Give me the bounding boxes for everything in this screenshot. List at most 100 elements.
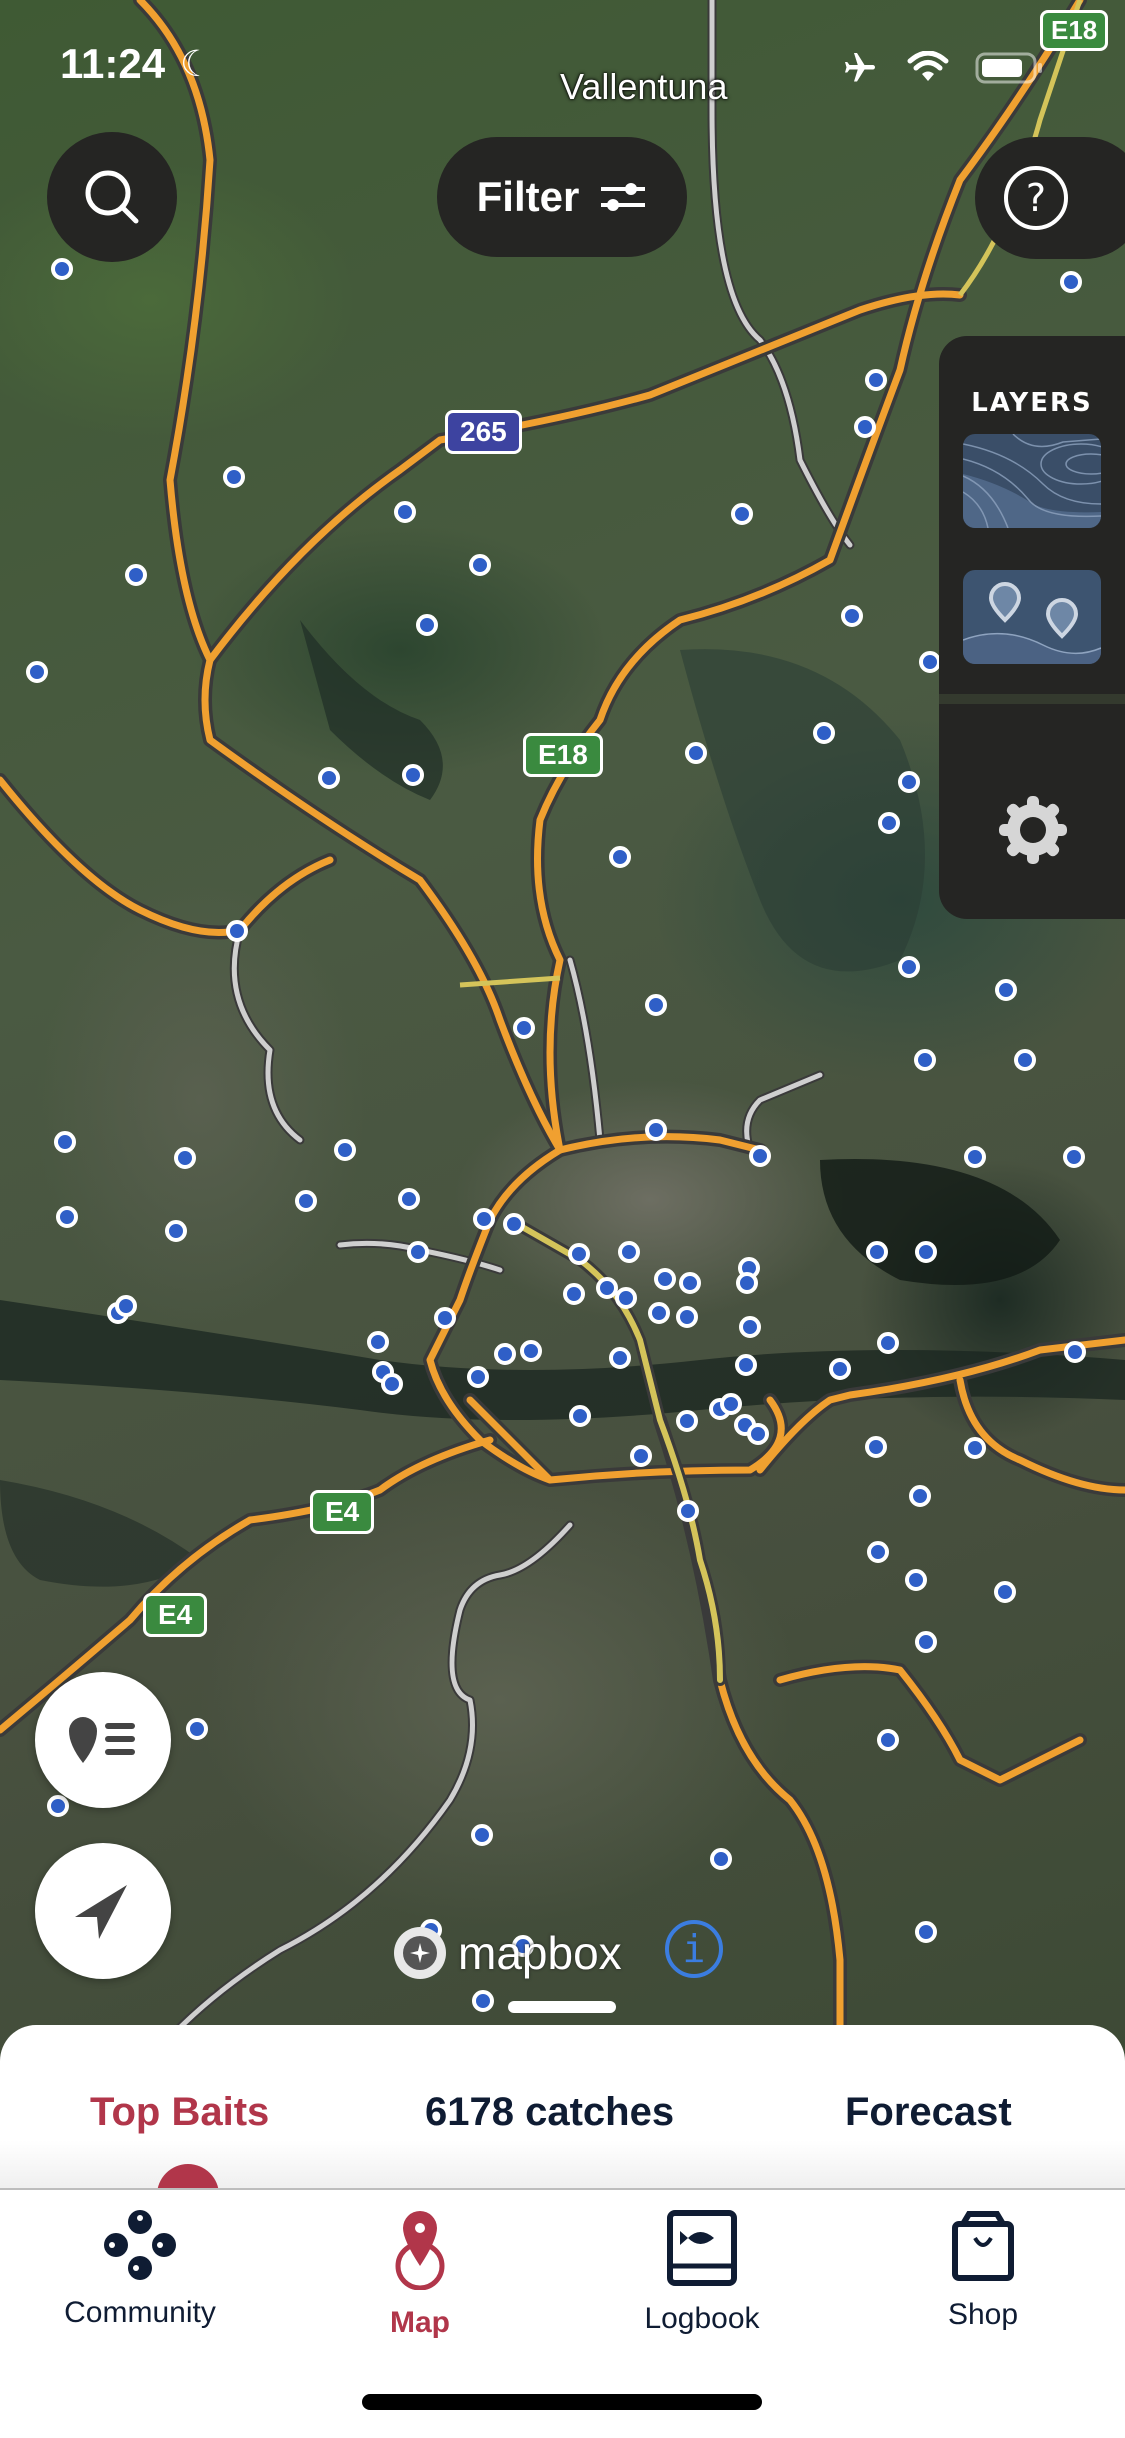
- pin-list-button[interactable]: [35, 1672, 171, 1808]
- catch-marker[interactable]: [829, 1358, 851, 1380]
- catch-marker[interactable]: [909, 1485, 931, 1507]
- catch-marker[interactable]: [677, 1500, 699, 1522]
- catch-marker[interactable]: [54, 1131, 76, 1153]
- catch-marker[interactable]: [995, 979, 1017, 1001]
- catch-marker[interactable]: [47, 1795, 69, 1817]
- catch-marker[interactable]: [226, 920, 248, 942]
- catch-marker[interactable]: [747, 1423, 769, 1445]
- catch-marker[interactable]: [115, 1295, 137, 1317]
- catch-marker[interactable]: [964, 1146, 986, 1168]
- sheet-grabber[interactable]: [508, 2001, 616, 2013]
- catch-marker[interactable]: [648, 1302, 670, 1324]
- catch-marker[interactable]: [630, 1445, 652, 1467]
- mapbox-logo[interactable]: mapbox: [392, 1925, 622, 1981]
- catch-marker[interactable]: [334, 1139, 356, 1161]
- catch-marker[interactable]: [645, 1119, 667, 1141]
- catch-marker[interactable]: [898, 771, 920, 793]
- catch-marker[interactable]: [618, 1241, 640, 1263]
- catch-marker[interactable]: [679, 1272, 701, 1294]
- catch-marker[interactable]: [749, 1145, 771, 1167]
- catch-marker[interactable]: [318, 767, 340, 789]
- catch-marker[interactable]: [731, 503, 753, 525]
- settings-button[interactable]: [999, 796, 1067, 868]
- catch-marker[interactable]: [472, 1990, 494, 2012]
- catch-marker[interactable]: [919, 651, 941, 673]
- catch-marker[interactable]: [905, 1569, 927, 1591]
- tab-logbook[interactable]: Logbook: [602, 2210, 802, 2336]
- tab-map[interactable]: Map: [320, 2210, 520, 2340]
- catch-marker[interactable]: [596, 1277, 618, 1299]
- catch-marker[interactable]: [854, 416, 876, 438]
- catch-marker[interactable]: [877, 1332, 899, 1354]
- catch-marker[interactable]: [381, 1373, 403, 1395]
- attribution-info-button[interactable]: i: [665, 1920, 723, 1978]
- catch-marker[interactable]: [394, 501, 416, 523]
- catch-marker[interactable]: [898, 956, 920, 978]
- catch-marker[interactable]: [914, 1049, 936, 1071]
- catch-marker[interactable]: [609, 1347, 631, 1369]
- catch-marker[interactable]: [915, 1921, 937, 1943]
- catch-marker[interactable]: [739, 1316, 761, 1338]
- catch-marker[interactable]: [1063, 1146, 1085, 1168]
- catch-marker[interactable]: [568, 1243, 590, 1265]
- catch-marker[interactable]: [174, 1147, 196, 1169]
- catch-marker[interactable]: [56, 1206, 78, 1228]
- catch-marker[interactable]: [676, 1410, 698, 1432]
- catch-pins-layer-button[interactable]: [963, 570, 1101, 664]
- catch-marker[interactable]: [402, 764, 424, 786]
- catch-marker[interactable]: [469, 554, 491, 576]
- catch-marker[interactable]: [416, 614, 438, 636]
- catch-marker[interactable]: [494, 1343, 516, 1365]
- tab-community[interactable]: Community: [40, 2210, 240, 2330]
- catch-marker[interactable]: [467, 1366, 489, 1388]
- catch-marker[interactable]: [1064, 1341, 1086, 1363]
- catch-marker[interactable]: [720, 1393, 742, 1415]
- catch-marker[interactable]: [471, 1824, 493, 1846]
- catch-marker[interactable]: [520, 1340, 542, 1362]
- catch-marker[interactable]: [295, 1190, 317, 1212]
- catch-marker[interactable]: [165, 1220, 187, 1242]
- catch-marker[interactable]: [367, 1331, 389, 1353]
- tab-shop[interactable]: Shop: [883, 2210, 1083, 2332]
- catch-marker[interactable]: [645, 994, 667, 1016]
- catch-marker[interactable]: [434, 1307, 456, 1329]
- search-button[interactable]: [47, 132, 177, 262]
- depth-contours-layer-button[interactable]: [963, 434, 1101, 528]
- tab-catches[interactable]: 6178 catches: [425, 2090, 674, 2135]
- catch-marker[interactable]: [398, 1188, 420, 1210]
- catch-marker[interactable]: [223, 466, 245, 488]
- catch-marker[interactable]: [473, 1208, 495, 1230]
- catch-marker[interactable]: [878, 812, 900, 834]
- catch-marker[interactable]: [1014, 1049, 1036, 1071]
- catch-marker[interactable]: [865, 369, 887, 391]
- catch-marker[interactable]: [915, 1631, 937, 1653]
- filter-button[interactable]: Filter: [437, 137, 687, 257]
- my-location-button[interactable]: [35, 1843, 171, 1979]
- catch-marker[interactable]: [615, 1287, 637, 1309]
- catch-marker[interactable]: [866, 1241, 888, 1263]
- catch-marker[interactable]: [841, 605, 863, 627]
- catch-marker[interactable]: [125, 564, 147, 586]
- catch-marker[interactable]: [654, 1268, 676, 1290]
- catch-marker[interactable]: [736, 1272, 758, 1294]
- catch-marker[interactable]: [710, 1848, 732, 1870]
- help-button[interactable]: ?: [975, 137, 1125, 259]
- tab-forecast[interactable]: Forecast: [845, 2090, 1012, 2135]
- catch-marker[interactable]: [569, 1405, 591, 1427]
- catch-marker[interactable]: [51, 258, 73, 280]
- catch-marker[interactable]: [685, 742, 707, 764]
- catch-marker[interactable]: [407, 1241, 429, 1263]
- tab-top-baits[interactable]: Top Baits: [90, 2090, 269, 2135]
- catch-marker[interactable]: [186, 1718, 208, 1740]
- catch-marker[interactable]: [735, 1354, 757, 1376]
- catch-marker[interactable]: [26, 661, 48, 683]
- catch-marker[interactable]: [865, 1436, 887, 1458]
- catch-marker[interactable]: [915, 1241, 937, 1263]
- catch-marker[interactable]: [513, 1017, 535, 1039]
- catch-marker[interactable]: [964, 1437, 986, 1459]
- catch-marker[interactable]: [1060, 271, 1082, 293]
- catch-marker[interactable]: [563, 1283, 585, 1305]
- catch-marker[interactable]: [503, 1213, 525, 1235]
- catch-marker[interactable]: [877, 1729, 899, 1751]
- catch-marker[interactable]: [813, 722, 835, 744]
